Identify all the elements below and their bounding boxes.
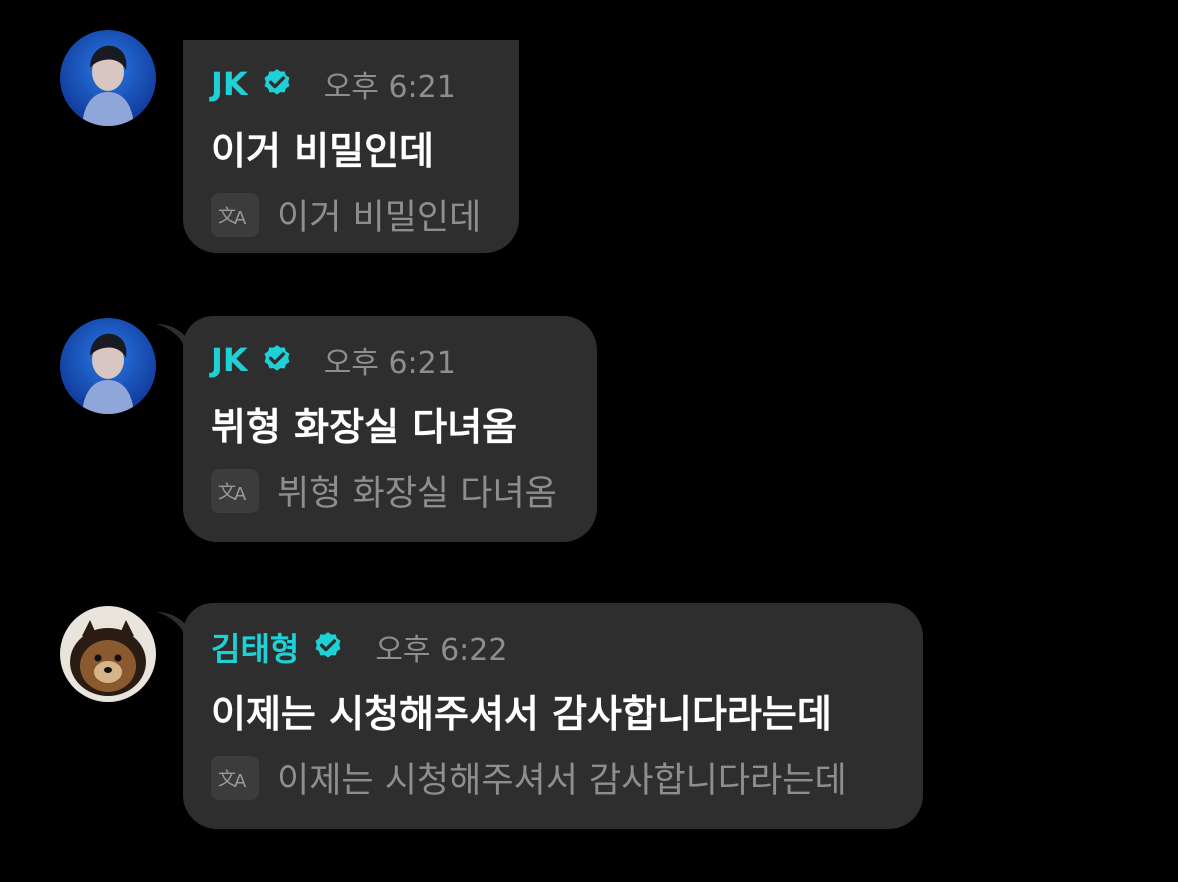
message-text: 이제는 시청해주셔서 감사합니다라는데 <box>211 692 832 736</box>
person-portrait-icon <box>60 318 156 414</box>
translation-text: 뷔형 화장실 다녀옴 <box>277 474 557 514</box>
translation-row: 文 A 뷔형 화장실 다녀옴 <box>211 465 567 516</box>
message-header: JK 오후 6:21 <box>211 338 567 382</box>
author-name[interactable]: 김태형 <box>211 624 299 670</box>
translation-text: 이제는 시청해주셔서 감사합니다라는데 <box>277 761 847 801</box>
translate-icon[interactable]: 文 A <box>211 755 259 800</box>
avatar-jk[interactable] <box>60 318 156 414</box>
author-name[interactable]: JK <box>211 65 248 103</box>
svg-text:A: A <box>234 208 247 228</box>
message-time: 오후 6:21 <box>323 70 456 105</box>
svg-text:A: A <box>234 484 247 504</box>
translation-text: 이거 비밀인데 <box>277 198 482 238</box>
message-time: 오후 6:22 <box>375 633 508 668</box>
author-name[interactable]: JK <box>211 341 248 379</box>
verified-badge-icon <box>264 69 290 95</box>
message-bubble[interactable]: JK 오후 6:21 뷔형 화장실 다녀옴 文 A 뷔형 화장실 다녀옴 <box>183 316 597 542</box>
message-bubble[interactable]: 김태형 오후 6:22 이제는 시청해주셔서 감사합니다라는데 文 A 이제는 … <box>183 603 923 829</box>
message-header: JK 오후 6:21 <box>211 62 489 106</box>
person-portrait-icon <box>60 30 156 126</box>
message-text: 뷔형 화장실 다녀옴 <box>211 405 518 449</box>
chat-screen: JK 오후 6:21 이거 비밀인데 文 A 이거 비밀인데 JK 오후 6:2… <box>0 0 1178 882</box>
avatar-jk[interactable] <box>60 30 156 126</box>
verified-badge-icon <box>315 632 341 658</box>
translate-icon[interactable]: 文 A <box>211 192 259 237</box>
translation-row: 文 A 이제는 시청해주셔서 감사합니다라는데 <box>211 752 893 803</box>
translate-icon[interactable]: 文 A <box>211 468 259 513</box>
message-bubble[interactable]: JK 오후 6:21 이거 비밀인데 文 A 이거 비밀인데 <box>183 40 519 253</box>
avatar-kim-taehyung[interactable] <box>60 606 156 702</box>
message-text: 이거 비밀인데 <box>211 129 434 173</box>
message-time: 오후 6:21 <box>323 346 456 381</box>
svg-text:A: A <box>234 771 247 791</box>
pomeranian-dog-icon <box>60 606 156 702</box>
message-header: 김태형 오후 6:22 <box>211 625 893 669</box>
verified-badge-icon <box>264 345 290 371</box>
translation-row: 文 A 이거 비밀인데 <box>211 189 489 240</box>
